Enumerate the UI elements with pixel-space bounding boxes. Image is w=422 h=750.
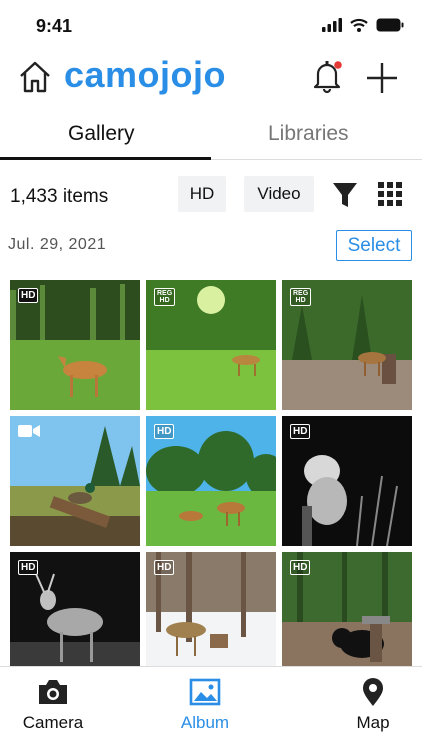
hd-badge: HD <box>154 560 175 575</box>
notification-bell-icon[interactable] <box>310 58 344 94</box>
hd-badge: HD <box>18 288 39 303</box>
hd-filter-button[interactable]: HD <box>178 176 226 212</box>
nav-camera-label: Camera <box>22 713 84 732</box>
gallery-tabs: Gallery Libraries <box>0 112 422 160</box>
gallery-toolbar: 1,433 items HD Video <box>0 172 422 218</box>
photo-thumbnail[interactable]: HD <box>282 552 412 666</box>
hd-badge: HD <box>290 424 311 439</box>
hd-badge: HD <box>290 560 311 575</box>
nav-map[interactable]: Map <box>323 677 422 733</box>
status-bar: 9:41 <box>0 0 422 50</box>
filter-icon[interactable] <box>330 180 360 210</box>
video-badge <box>18 424 40 441</box>
signal-icon <box>322 18 342 32</box>
hd-badge: HD <box>154 424 175 439</box>
nav-album[interactable]: Album <box>155 677 255 733</box>
grid-view-icon[interactable] <box>378 182 402 206</box>
photo-thumbnail[interactable]: HD <box>282 416 412 546</box>
album-icon <box>189 678 221 706</box>
bottom-nav: Camera Album Map <box>0 666 422 750</box>
section-date: Jul. 29, 2021 <box>8 236 107 253</box>
nav-album-label: Album <box>180 713 230 732</box>
video-camera-icon <box>18 425 40 437</box>
photo-thumbnail[interactable]: HD <box>146 552 276 666</box>
reg-hd-badge: REG HD <box>290 288 312 306</box>
photo-thumbnail[interactable]: REG HD <box>282 280 412 410</box>
tab-libraries[interactable]: Libraries <box>268 122 349 146</box>
home-icon[interactable] <box>18 60 52 94</box>
select-button[interactable]: Select <box>336 230 412 261</box>
nav-camera[interactable]: Camera <box>3 677 103 733</box>
photo-thumbnail[interactable]: HD <box>146 416 276 546</box>
photo-grid: HD REG HD REG HD HD HD HD HD HD <box>10 280 412 666</box>
tab-gallery[interactable]: Gallery <box>68 122 135 146</box>
reg-hd-badge: REG HD <box>154 288 176 306</box>
status-time: 9:41 <box>36 16 73 36</box>
active-tab-indicator <box>0 157 211 160</box>
wifi-icon <box>350 18 368 32</box>
item-count: 1,433 items <box>10 186 109 207</box>
battery-icon <box>376 18 404 32</box>
hd-badge: HD <box>18 560 39 575</box>
video-filter-button[interactable]: Video <box>244 176 314 212</box>
photo-thumbnail[interactable]: REG HD <box>146 280 276 410</box>
app-logo: camojojo <box>64 54 227 95</box>
app-header: camojojo <box>0 54 422 104</box>
photo-thumbnail[interactable]: HD <box>10 552 140 666</box>
camera-icon <box>39 680 67 704</box>
photo-thumbnail[interactable] <box>10 416 140 546</box>
add-icon[interactable] <box>364 60 400 96</box>
status-icons <box>322 18 404 32</box>
photo-thumbnail[interactable]: HD <box>10 280 140 410</box>
nav-map-label: Map <box>356 713 390 732</box>
map-pin-icon <box>363 678 383 706</box>
